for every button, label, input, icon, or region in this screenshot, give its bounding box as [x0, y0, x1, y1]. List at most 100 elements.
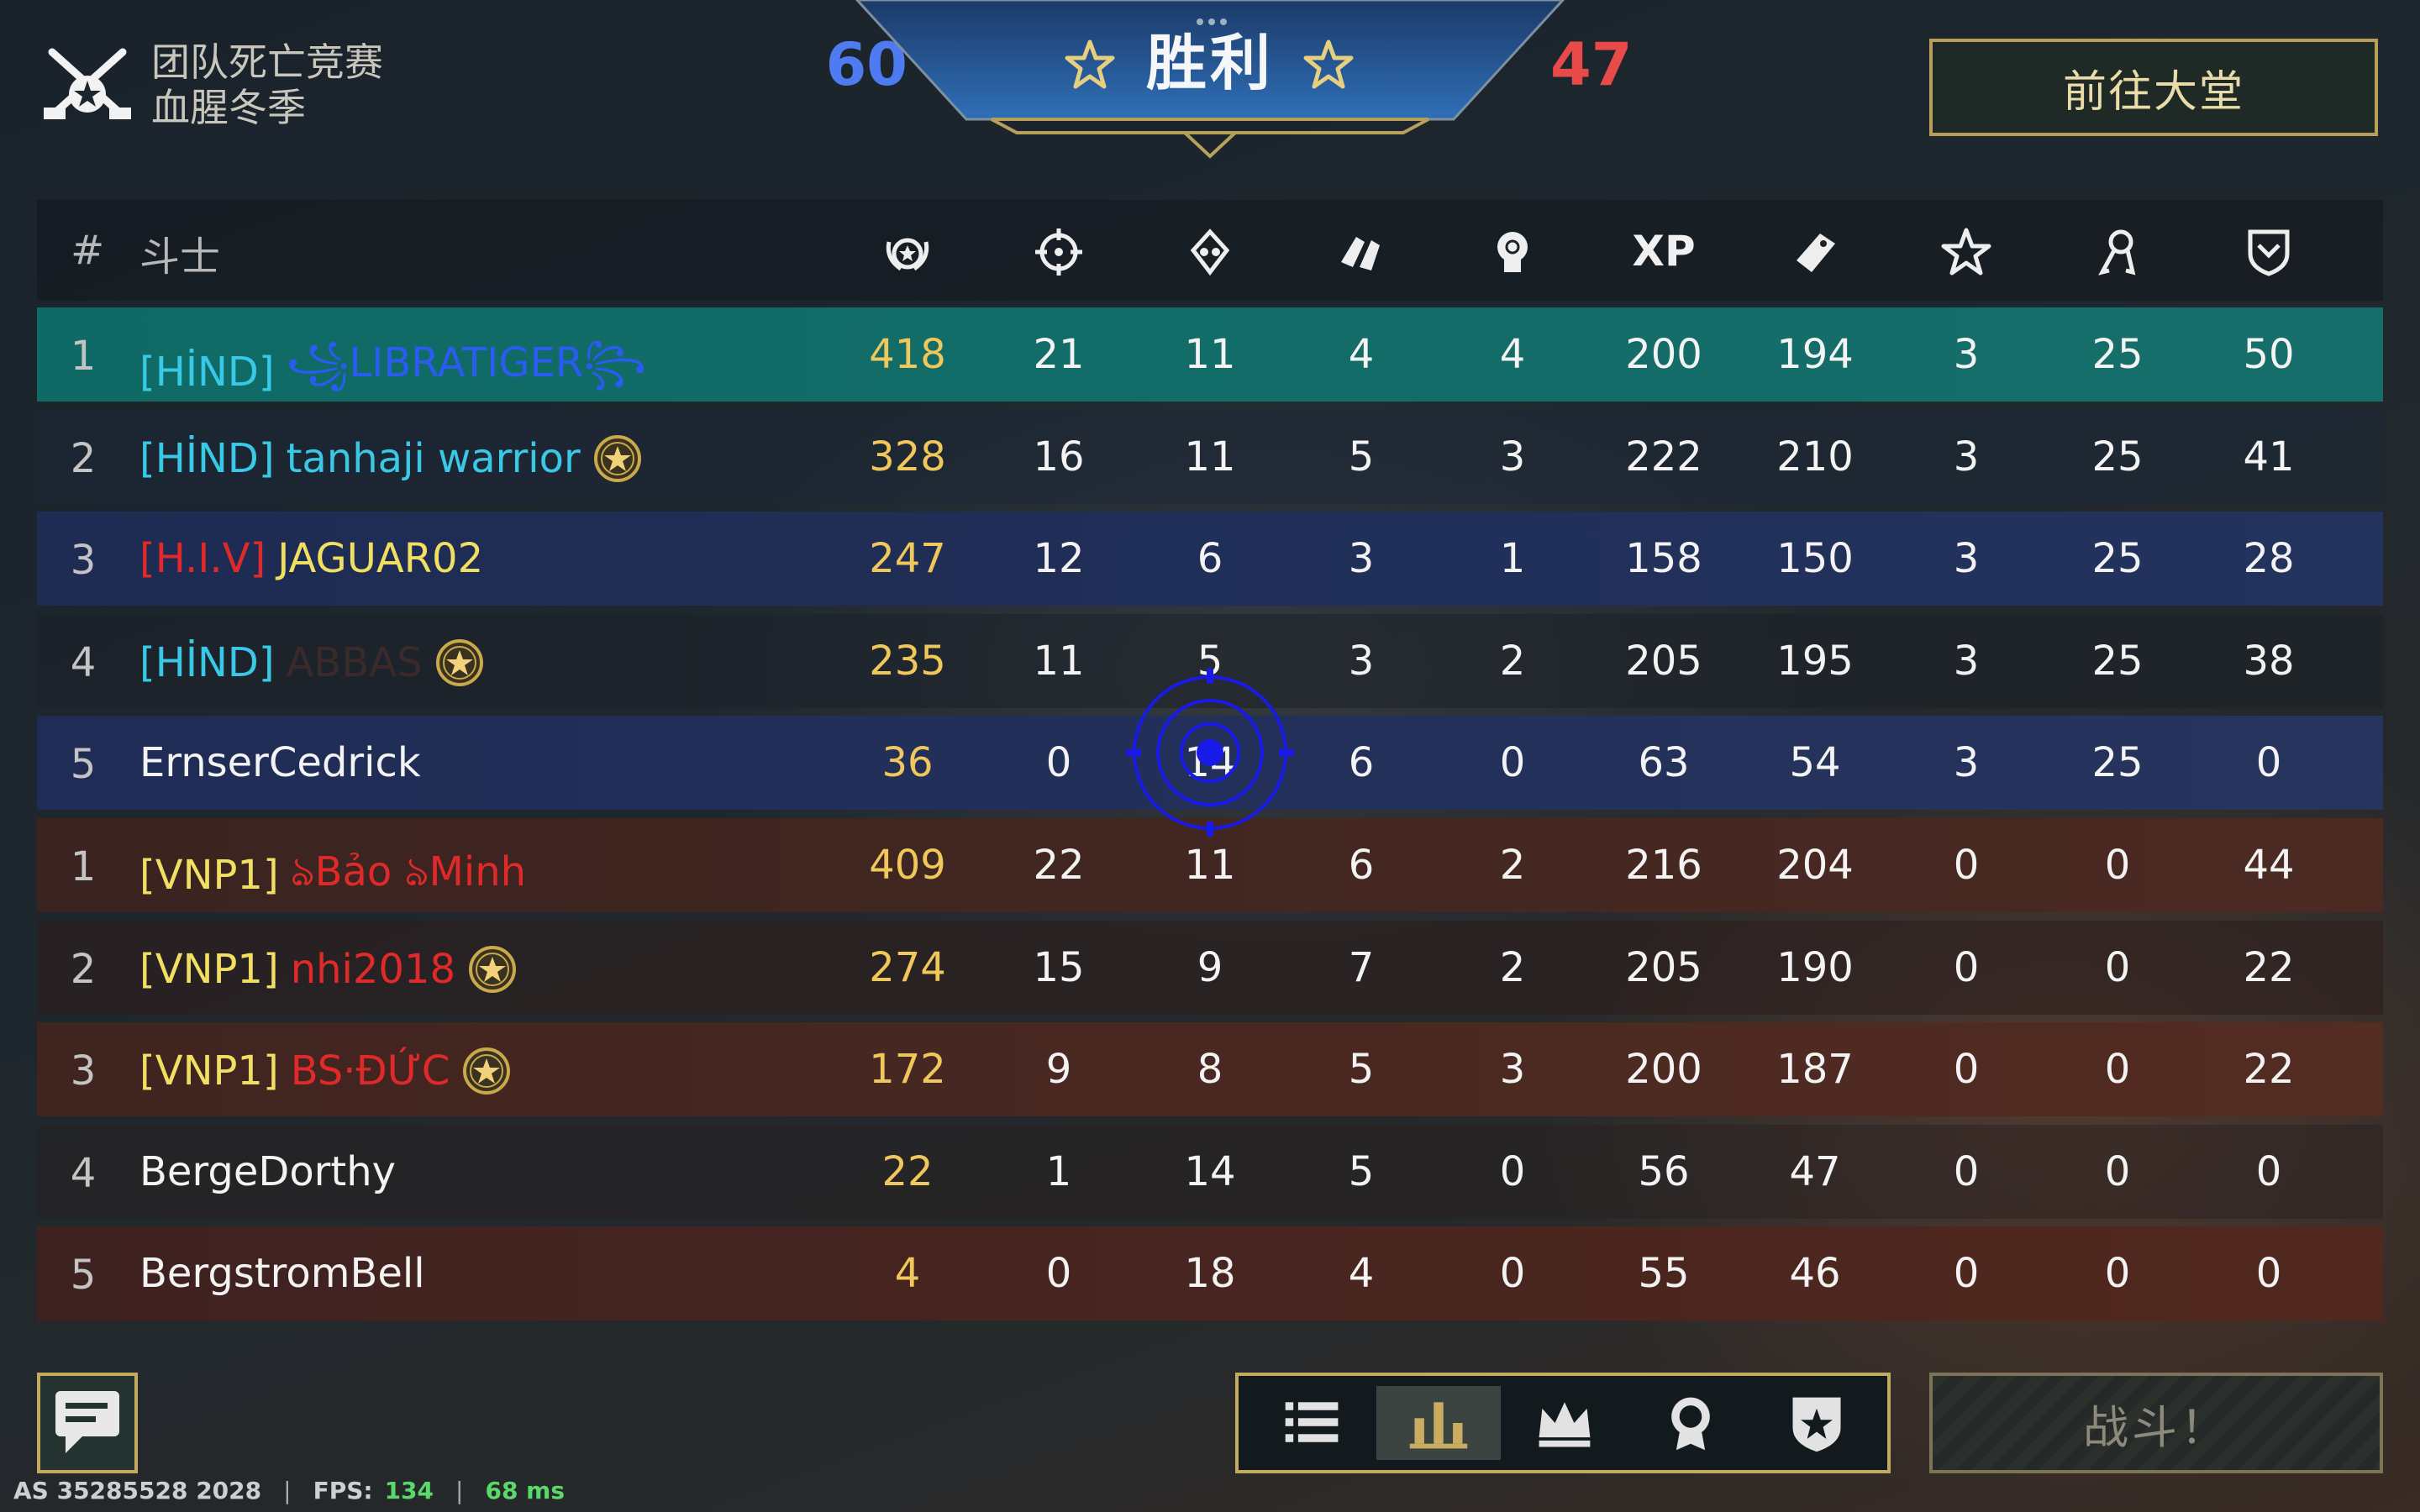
stat-value: 205 — [1625, 943, 1702, 991]
chat-button[interactable] — [37, 1373, 138, 1473]
table-row[interactable]: 2 [HİND] tanhaji warrior 328 16 11 5 3 222 210 3 25… — [37, 409, 2383, 504]
player-name-cell: [HİND] ꧁LIBRATIGER꧂ — [139, 331, 646, 413]
stat-value: 0 — [1953, 1046, 1980, 1094]
stat-value: 6 — [1197, 535, 1223, 583]
stat-value: 46 — [1789, 1250, 1841, 1298]
stat-value: 2 — [1499, 943, 1526, 991]
stat-value: 36 — [881, 739, 934, 787]
stat-value: 0 — [1045, 739, 1072, 787]
stat-value: 25 — [2091, 433, 2144, 480]
stat-value: 0 — [1953, 842, 1980, 889]
stat-value: 0 — [2104, 1250, 2131, 1298]
stat-value: 4 — [1348, 1250, 1375, 1298]
stat-value: 0 — [2104, 842, 2131, 889]
stat-value: 0 — [2255, 1250, 2282, 1298]
player-rank: 2 — [70, 945, 97, 993]
player-rank: 5 — [70, 741, 97, 789]
tap-target-indicator — [1126, 669, 1294, 837]
stat-value: 5 — [1348, 1046, 1375, 1094]
stat-value: 0 — [2104, 943, 2131, 991]
stat-value: 11 — [1184, 433, 1236, 480]
separator: | — [455, 1476, 464, 1504]
table-row[interactable]: 5 BergstromBell 4 0 18 4 0 55 46 0 0 0 — [37, 1226, 2383, 1321]
stat-value: 0 — [1953, 1250, 1980, 1298]
stat-value: 274 — [869, 943, 946, 991]
tab-list[interactable] — [1250, 1386, 1375, 1460]
stat-value: 22 — [1033, 842, 1085, 889]
player-rank: 1 — [70, 333, 97, 380]
player-name-cell: [H.I.V] JAGUAR02 — [139, 535, 483, 582]
player-name: BergeDorthy — [139, 1147, 397, 1195]
stat-value: 172 — [869, 1046, 946, 1094]
player-rank: 3 — [70, 537, 97, 585]
clan-tag: [H.I.V] — [139, 535, 266, 583]
player-name-cell: BergstromBell — [139, 1250, 425, 1297]
table-row[interactable]: 4 BergeDorthy 22 1 14 5 0 56 47 0 0 0 — [37, 1124, 2383, 1219]
tab-medals[interactable] — [1628, 1386, 1753, 1460]
stat-value: 44 — [2243, 842, 2295, 889]
tab-ranking[interactable] — [1502, 1386, 1627, 1460]
mode-title: 团队死亡竞赛 — [151, 39, 383, 85]
headshot-icon — [1497, 232, 1528, 272]
player-name-cell: [VNP1] nhi2018 — [139, 944, 518, 995]
table-row[interactable]: 3 [VNP1] BS·ĐỨC 172 9 8 5 3 200 187 0 0 22 — [37, 1022, 2383, 1117]
stat-value: 3 — [1953, 637, 1980, 685]
stat-value: 28 — [2243, 535, 2295, 583]
build-info: AS 35285528 2028 — [13, 1476, 262, 1504]
player-rank: 4 — [70, 638, 97, 686]
stat-value: 7 — [1348, 943, 1375, 991]
stat-value: 8 — [1197, 1046, 1223, 1094]
stat-value: 2 — [1499, 842, 1526, 889]
ping-value: 68 ms — [485, 1476, 566, 1504]
shield-star-icon — [1792, 1397, 1841, 1452]
go-to-lobby-button[interactable]: 前往大堂 — [1929, 39, 2378, 136]
table-row[interactable]: 2 [VNP1] nhi2018 274 15 9 7 2 205 190 0 0 22 — [37, 920, 2383, 1015]
player-name: ꧁LIBRATIGER꧂ — [286, 339, 647, 386]
assist-hands-icon — [1341, 237, 1380, 270]
player-name-cell: BergeDorthy — [139, 1148, 396, 1195]
table-row[interactable]: 3 [H.I.V] JAGUAR02 247 12 6 3 1 158 150 3 25 28 — [37, 512, 2383, 606]
skull-deaths-icon — [1190, 228, 1230, 276]
stat-value: 0 — [1499, 1250, 1526, 1298]
stat-value: 47 — [1789, 1147, 1841, 1195]
stat-value: 418 — [869, 331, 946, 378]
gold-star-medal-icon — [593, 434, 641, 482]
red-team-score: 47 — [1550, 30, 1633, 99]
player-name-cell: [VNP1] BS·ĐỨC — [139, 1046, 512, 1096]
stat-value: 0 — [2104, 1046, 2131, 1094]
clan-tag: [VNP1] — [139, 1047, 279, 1095]
stat-value: 0 — [2255, 1147, 2282, 1195]
stat-value: 0 — [2255, 739, 2282, 787]
stat-value: 3 — [1953, 433, 1980, 480]
stat-value: 3 — [1499, 433, 1526, 480]
player-rank: 3 — [70, 1047, 97, 1095]
player-rank: 5 — [70, 1252, 97, 1299]
stat-value: 3 — [1953, 739, 1980, 787]
crown-icon — [1539, 1402, 1591, 1447]
stat-value: 6 — [1348, 739, 1375, 787]
clan-tag: [HİND] — [139, 349, 275, 396]
player-name: nhi2018 — [290, 945, 456, 993]
table-row[interactable]: 1 [HİND] ꧁LIBRATIGER꧂ 418 21 11 4 4 200 194 3 25 50 — [37, 307, 2383, 402]
tab-stats[interactable] — [1376, 1386, 1501, 1460]
crosshair-kills-icon — [1035, 228, 1082, 276]
list-icon — [1285, 1402, 1339, 1442]
crossed-guns-icon — [44, 48, 131, 119]
stat-value: 12 — [1033, 535, 1085, 583]
stat-value: 4 — [894, 1250, 921, 1298]
stat-value: 54 — [1789, 739, 1841, 787]
fps-value: 134 — [384, 1476, 434, 1504]
clan-tag: [VNP1] — [139, 945, 279, 993]
stat-value: 55 — [1638, 1250, 1690, 1298]
stat-value: 205 — [1625, 637, 1702, 685]
tab-clan[interactable] — [1754, 1386, 1879, 1460]
player-name-cell: ErnserCedrick — [139, 739, 421, 786]
fight-button[interactable]: 战斗！ — [1929, 1373, 2383, 1473]
clan-tag: [VNP1] — [139, 851, 279, 899]
stat-value: 25 — [2091, 637, 2144, 685]
clan-tag: [HİND] — [139, 638, 275, 686]
stat-value: 15 — [1033, 943, 1085, 991]
stat-value: 38 — [2243, 637, 2295, 685]
scoreboard-tab-bar — [1235, 1373, 1891, 1473]
scoreboard-header: # 斗士 XP — [37, 200, 2383, 301]
